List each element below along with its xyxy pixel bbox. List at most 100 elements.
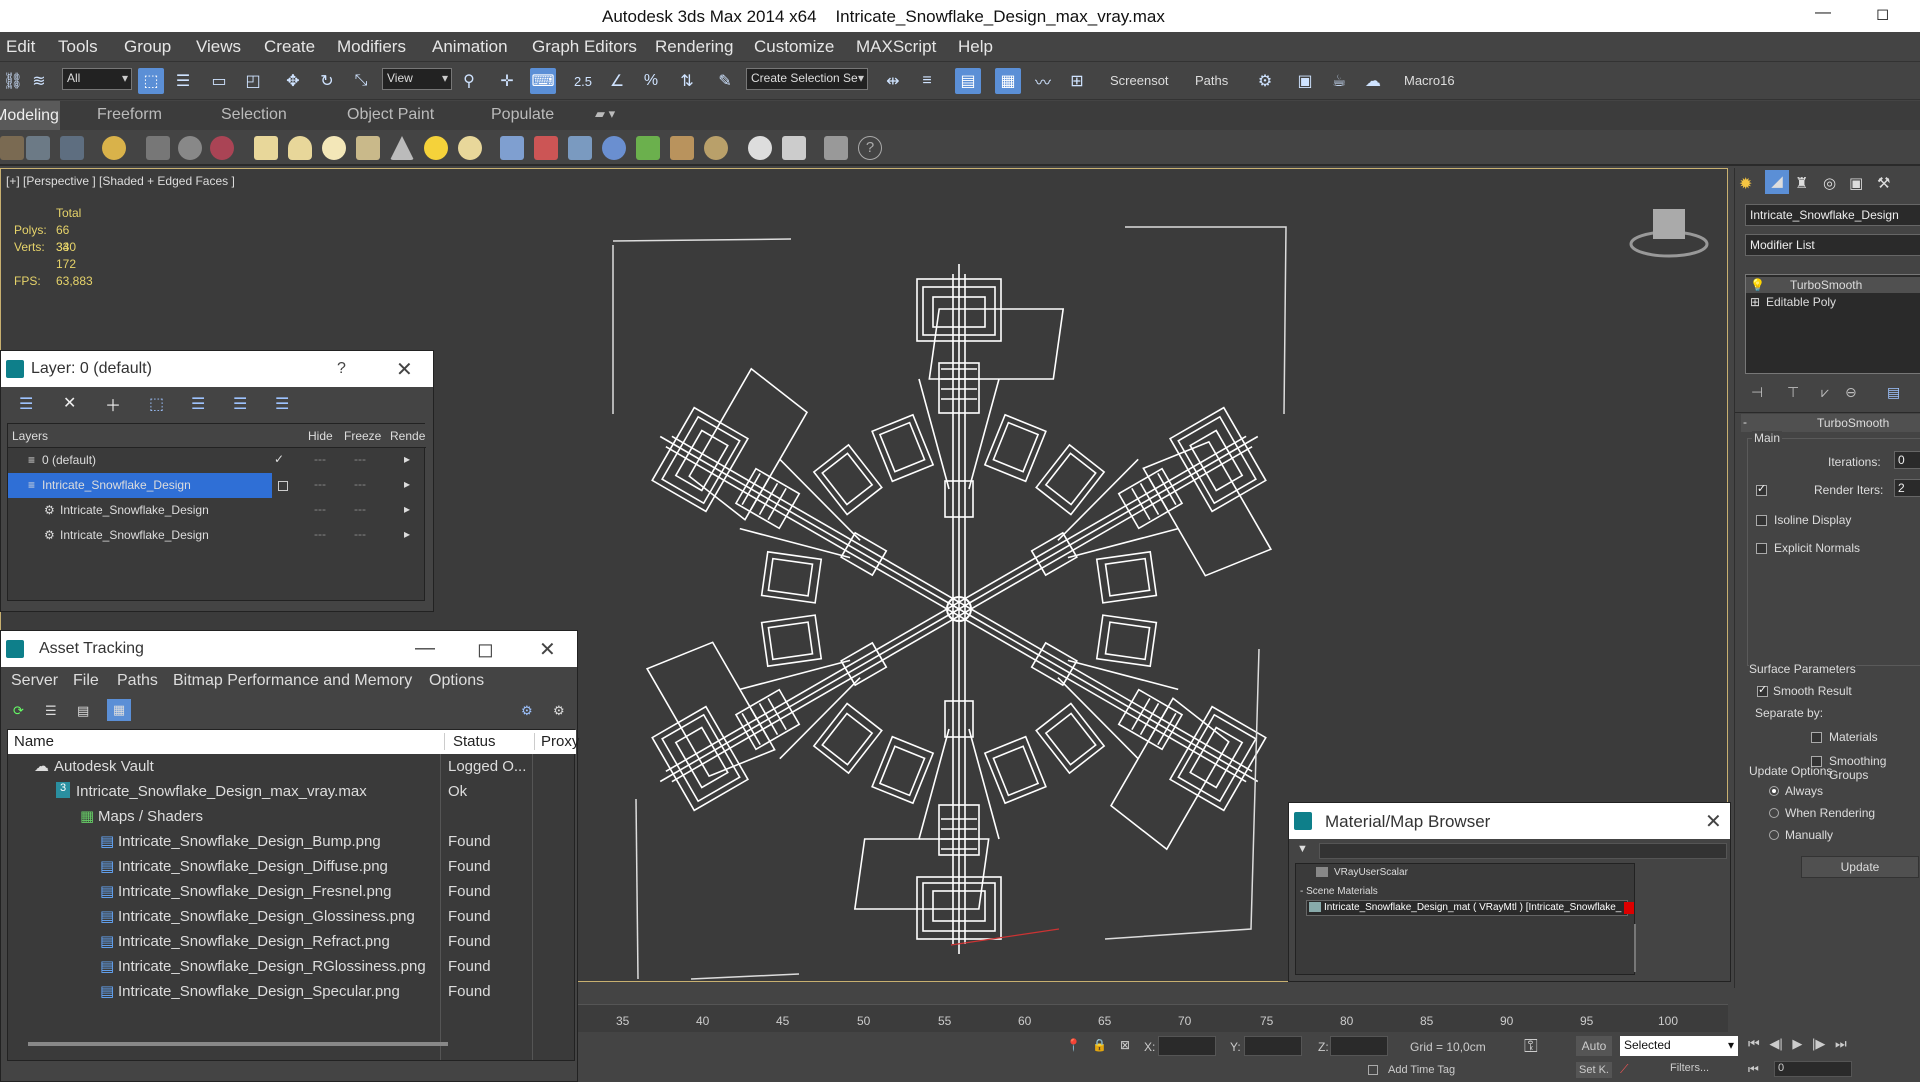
- play-icon[interactable]: ▶: [1792, 1036, 1802, 1051]
- help-button[interactable]: ?: [337, 360, 346, 378]
- render-iters-checkbox[interactable]: [1756, 482, 1767, 496]
- menu-maxscript[interactable]: MAXScript: [856, 37, 936, 57]
- menu-group[interactable]: Group: [124, 37, 171, 57]
- layer-row-selected[interactable]: ≡ Intricate_Snowflake_Design: [8, 473, 272, 498]
- highlight-layer-icon[interactable]: ☰: [191, 394, 205, 414]
- percent-snap-icon[interactable]: %: [638, 68, 664, 94]
- link-icon[interactable]: ⛓: [0, 68, 26, 94]
- select-by-name-icon[interactable]: ☰: [170, 68, 196, 94]
- layer-explorer-icon[interactable]: ▤: [955, 68, 981, 94]
- update-button[interactable]: Update: [1801, 856, 1919, 878]
- pivot-center-icon[interactable]: ⚲: [456, 68, 482, 94]
- stack-item-turbosmooth[interactable]: 💡 TurboSmooth: [1746, 277, 1920, 293]
- isoline-display-checkbox[interactable]: [1756, 515, 1767, 526]
- grid-icon[interactable]: [60, 136, 84, 160]
- material-browser-titlebar[interactable]: Material/Map Browser ✕: [1289, 803, 1730, 839]
- display-tab-icon[interactable]: ▣: [1849, 174, 1863, 192]
- edit-named-selection-icon[interactable]: ✎: [712, 68, 738, 94]
- col-freeze[interactable]: Freeze: [344, 429, 381, 443]
- make-current-checkbox[interactable]: [278, 481, 288, 491]
- mirror-icon[interactable]: ⇹: [880, 68, 906, 94]
- key-mode-icon[interactable]: ⏮: [1748, 1062, 1759, 1077]
- add-to-layer-icon[interactable]: ＋: [105, 392, 121, 416]
- macro16-button[interactable]: Macro16: [1404, 73, 1455, 88]
- open-icon[interactable]: [0, 136, 24, 160]
- col-proxy[interactable]: Proxy: [534, 733, 579, 750]
- freeze-all-icon[interactable]: ☰: [275, 394, 289, 414]
- curve-editor-icon[interactable]: 〰: [1030, 68, 1056, 94]
- dome-icon[interactable]: [288, 136, 312, 160]
- y-coordinate-field[interactable]: [1244, 1036, 1302, 1056]
- save-icon[interactable]: [26, 136, 50, 160]
- close-button[interactable]: ✕: [1705, 809, 1722, 834]
- motion-tab-icon[interactable]: ◎: [1823, 174, 1836, 192]
- menu-animation[interactable]: Animation: [432, 37, 508, 57]
- tab-object-paint[interactable]: Object Paint: [347, 106, 434, 124]
- menu-create[interactable]: Create: [264, 37, 315, 57]
- vertical-scrollbar[interactable]: [1634, 924, 1636, 972]
- chevron-down-icon[interactable]: ▾: [1728, 1038, 1734, 1052]
- sphere-icon[interactable]: [322, 136, 346, 160]
- prev-frame-icon[interactable]: ◀|: [1769, 1036, 1782, 1051]
- vault-connect-icon[interactable]: ⚙: [521, 703, 533, 719]
- snap-toggle-icon[interactable]: 2.5: [570, 68, 596, 94]
- named-selection-select[interactable]: Create Selection Se: [746, 68, 868, 90]
- selection-filter-select[interactable]: All: [62, 68, 132, 90]
- rect-selection-icon[interactable]: ▭: [206, 68, 232, 94]
- menu-paths[interactable]: Paths: [117, 672, 158, 690]
- mesh-icon[interactable]: [568, 136, 592, 160]
- teapot-icon[interactable]: [356, 136, 380, 160]
- menu-file[interactable]: File: [73, 672, 99, 690]
- close-button[interactable]: ✕: [539, 637, 556, 662]
- minimize-button[interactable]: —: [1815, 4, 1831, 22]
- angle-snap-icon[interactable]: ∠: [604, 68, 630, 94]
- create-tab-icon[interactable]: ✹: [1739, 174, 1752, 194]
- turbosmooth-rollout-header[interactable]: - TurboSmooth: [1741, 414, 1920, 432]
- fur-icon[interactable]: [534, 136, 558, 160]
- bones-icon[interactable]: [146, 136, 170, 160]
- configure-sets-icon[interactable]: ▤: [1887, 384, 1900, 401]
- menu-help[interactable]: Help: [958, 37, 993, 57]
- minimize-button[interactable]: —: [415, 637, 435, 660]
- rendered-frame-icon[interactable]: ▣: [1292, 68, 1318, 94]
- scene-materials-header[interactable]: - Scene Materials: [1300, 886, 1378, 897]
- vrayuserscalar-item[interactable]: VRayUserScalar: [1334, 867, 1408, 878]
- scene-material-item[interactable]: Intricate_Snowflake_Design_mat ( VRayMtl…: [1306, 900, 1628, 916]
- render-production-icon[interactable]: ☕: [1326, 68, 1352, 94]
- bulb-icon[interactable]: [102, 136, 126, 160]
- current-frame-field[interactable]: 0: [1774, 1061, 1852, 1077]
- tab-modeling[interactable]: Modeling: [0, 101, 60, 130]
- add-time-tag-button[interactable]: Add Time Tag: [1368, 1064, 1455, 1076]
- viewport-label[interactable]: [+] [Perspective ] [Shaded + Edged Faces…: [6, 174, 235, 188]
- menu-customize[interactable]: Customize: [754, 37, 834, 57]
- timeline-ruler[interactable]: 35 40 45 50 55 60 65 70 75 80 85 90 95 1…: [578, 1004, 1728, 1032]
- show-end-result-icon[interactable]: ⊤: [1787, 384, 1799, 401]
- close-button[interactable]: ✕: [396, 357, 413, 382]
- goto-end-icon[interactable]: ⏭: [1835, 1036, 1847, 1051]
- object-name-field[interactable]: Intricate_Snowflake_Design: [1745, 204, 1920, 226]
- next-frame-icon[interactable]: |▶: [1812, 1036, 1825, 1051]
- always-radio[interactable]: [1769, 786, 1779, 796]
- screenshot-button[interactable]: Screensot: [1110, 73, 1169, 88]
- manually-radio[interactable]: [1769, 830, 1779, 840]
- ribbon-options-icon[interactable]: ▰ ▾: [595, 106, 615, 122]
- utilities-tab-icon[interactable]: ⚒: [1877, 174, 1890, 192]
- menu-modifiers[interactable]: Modifiers: [337, 37, 406, 57]
- options-arrow-icon[interactable]: ▼: [1297, 843, 1308, 855]
- set-key-icon[interactable]: ⟋: [1620, 1062, 1628, 1077]
- rotate-icon[interactable]: ↻: [314, 68, 340, 94]
- set-key-button[interactable]: Set K.: [1576, 1062, 1612, 1078]
- col-render[interactable]: Rende: [390, 429, 425, 443]
- col-status[interactable]: Status: [444, 733, 496, 750]
- window-crossing-icon[interactable]: ◰: [240, 68, 266, 94]
- menu-views[interactable]: Views: [196, 37, 241, 57]
- shell-icon[interactable]: [704, 136, 728, 160]
- grid-view-icon[interactable]: ▦: [107, 699, 131, 721]
- layer-manager-icon[interactable]: ▦: [995, 68, 1021, 94]
- pin-stack-icon[interactable]: ⊣: [1751, 384, 1763, 401]
- checker-icon[interactable]: [782, 136, 806, 160]
- when-rendering-radio[interactable]: [1769, 808, 1779, 818]
- col-name[interactable]: Name: [14, 733, 54, 750]
- render-setup-icon[interactable]: ⚙: [1252, 68, 1278, 94]
- keyboard-shortcut-override-icon[interactable]: ⌨: [530, 68, 556, 94]
